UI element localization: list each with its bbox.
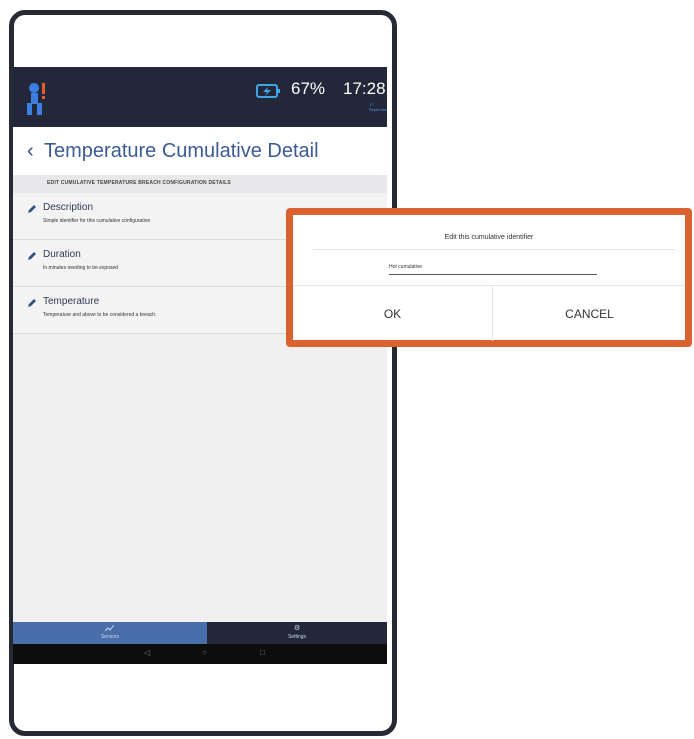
home-circle-icon[interactable]: ○ (202, 648, 207, 657)
tab-label: Sensors (100, 634, 120, 640)
tab-settings[interactable]: ⚙ Settings (207, 622, 387, 644)
section-header: EDIT CUMULATIVE TEMPERATURE BREACH CONFI… (13, 175, 387, 193)
setting-title: Temperature (43, 296, 100, 307)
app-logo-icon (27, 83, 45, 115)
back-triangle-icon[interactable]: ◁ (144, 648, 150, 657)
pencil-icon (28, 252, 36, 260)
page-title: Temperature Cumulative Detail (44, 140, 319, 162)
tab-label: Settings (287, 634, 307, 640)
bottom-navigation: Sensors ⚙ Settings (13, 622, 387, 644)
dialog-title: Edit this cumulative identifier (444, 234, 534, 241)
page-header: ‹ Temperature Cumulative Detail (13, 127, 387, 175)
battery-charging-icon (256, 84, 280, 98)
section-title: EDIT CUMULATIVE TEMPERATURE BREACH CONFI… (47, 180, 231, 186)
system-navigation-bar: ◁ ○ □ (13, 644, 387, 664)
clock: 17:28 (343, 79, 386, 98)
status-bar: 67% 17:28 17 September (13, 67, 387, 127)
tab-sensors[interactable]: Sensors (13, 622, 207, 644)
setting-title: Description (43, 202, 94, 213)
identifier-input[interactable] (389, 260, 597, 275)
recents-square-icon[interactable]: □ (260, 648, 265, 657)
back-chevron-icon[interactable]: ‹ (27, 141, 34, 161)
setting-description: Simple identifier for this cumulative co… (43, 218, 151, 224)
setting-description: Temperature and above to be considered a… (43, 312, 157, 318)
pencil-icon (28, 205, 36, 213)
dialog-actions: OK CANCEL (293, 285, 685, 341)
setting-title: Duration (43, 249, 81, 260)
setting-description: In minutes needing to be exposed (43, 265, 119, 271)
date: 17 September (369, 102, 387, 112)
chart-icon (105, 624, 114, 632)
divider (313, 249, 675, 250)
gear-icon: ⚙ (294, 625, 301, 632)
edit-identifier-dialog: Edit this cumulative identifier OK CANCE… (286, 208, 692, 347)
pencil-icon (28, 299, 36, 307)
app-screen: 67% 17:28 17 September ‹ Temperature Cum… (13, 67, 387, 664)
battery-percentage: 67% (291, 79, 326, 98)
ok-button[interactable]: OK (293, 286, 493, 341)
cancel-button[interactable]: CANCEL (494, 286, 685, 341)
